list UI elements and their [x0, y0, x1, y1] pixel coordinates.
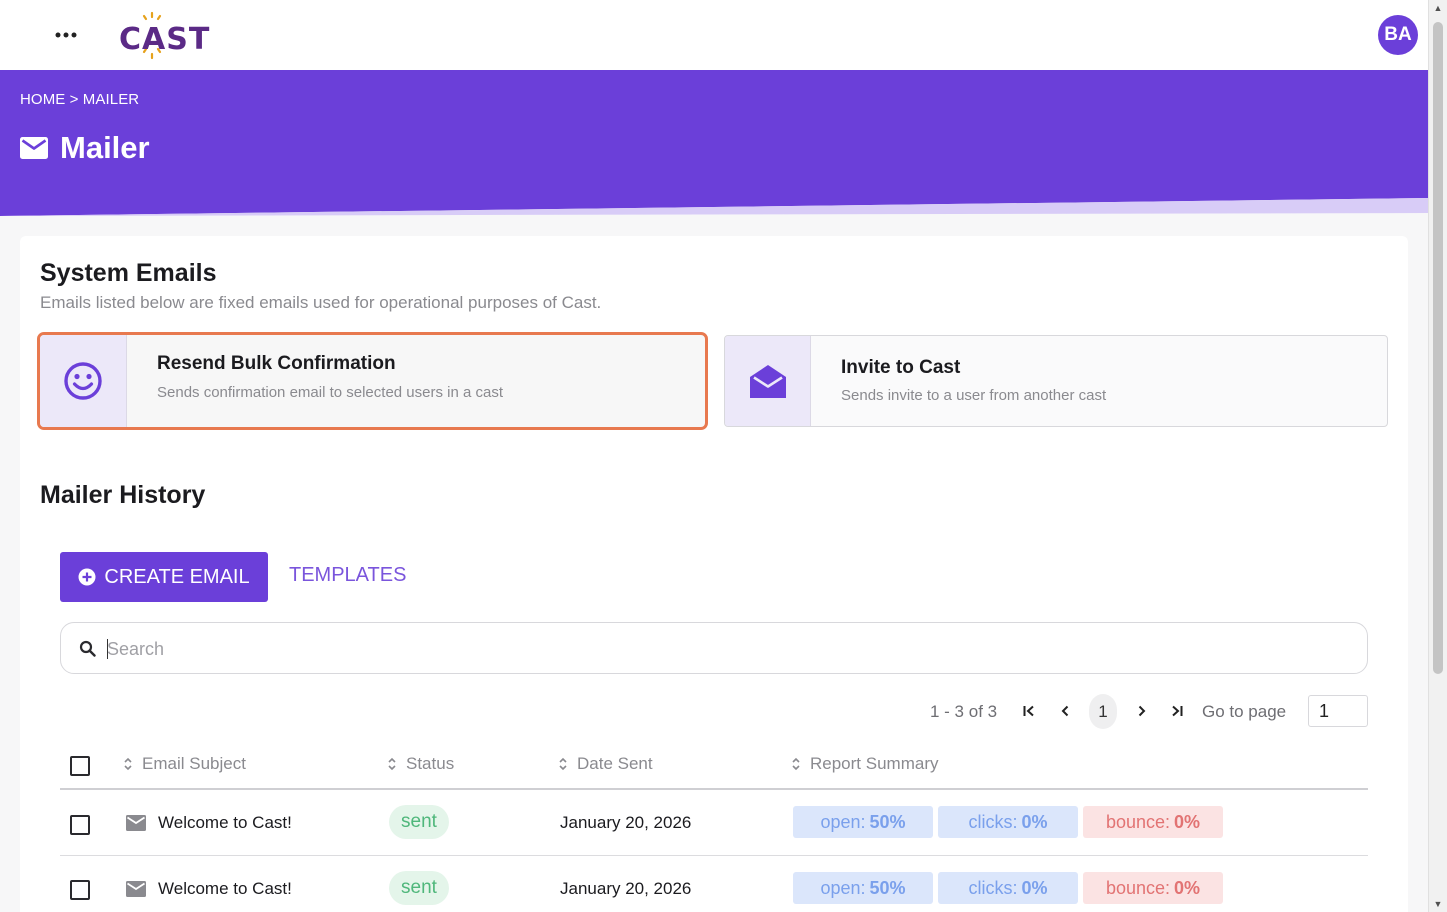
mail-icon: [126, 881, 146, 897]
open-value: 50%: [869, 877, 906, 898]
bounce-label: bounce:: [1105, 877, 1171, 898]
pagination-range: 1 - 3 of 3: [930, 702, 998, 721]
clicks-value: 0%: [1021, 811, 1048, 832]
search-icon: [79, 640, 96, 657]
table-row-subject[interactable]: Welcome to Cast!: [126, 813, 292, 833]
text-caret: [107, 639, 108, 659]
previous-page-icon[interactable]: [1056, 702, 1074, 720]
user-avatar[interactable]: BA: [1378, 15, 1418, 55]
table-header-divider: [60, 788, 1368, 790]
date-sent: January 20, 2026: [560, 879, 692, 898]
status-badge: sent: [389, 805, 449, 839]
create-email-button[interactable]: CREATE EMAIL: [60, 552, 268, 602]
open-envelope-icon: [749, 365, 786, 398]
card-title: Resend Bulk Confirmation: [157, 353, 396, 374]
mail-icon: [126, 815, 146, 831]
search-input[interactable]: [107, 635, 1307, 663]
last-page-icon[interactable]: [1168, 702, 1186, 720]
system-emails-subtitle: Emails listed below are fixed emails use…: [40, 293, 602, 312]
mailer-history-title: Mailer History: [40, 481, 206, 509]
card-icon-box: [40, 335, 127, 427]
column-header-status[interactable]: Status: [387, 754, 454, 774]
search-field[interactable]: [60, 622, 1368, 674]
table-row-subject[interactable]: Welcome to Cast!: [126, 879, 292, 899]
click-rate-badge: clicks: 0%: [938, 872, 1078, 904]
more-menu-icon[interactable]: [52, 25, 80, 45]
next-page-icon[interactable]: [1133, 702, 1151, 720]
page-title-text: Mailer: [60, 130, 150, 165]
scroll-down-arrow-icon[interactable]: ▼: [1433, 899, 1443, 909]
page-header-banner: HOME > MAILER Mailer: [0, 70, 1428, 216]
column-header-label: Email Subject: [142, 754, 246, 773]
bounce-rate-badge: bounce: 0%: [1083, 872, 1223, 904]
top-bar: CAST BA: [0, 0, 1428, 70]
row-checkbox[interactable]: [70, 815, 90, 835]
scroll-up-arrow-icon[interactable]: ▲: [1433, 3, 1443, 13]
breadcrumb[interactable]: HOME > MAILER: [20, 91, 139, 108]
page-title: Mailer: [20, 130, 150, 166]
clicks-label: clicks:: [968, 811, 1018, 832]
smiley-icon: [64, 362, 102, 400]
page-scrollbar[interactable]: ▲ ▼: [1428, 0, 1447, 912]
column-header-date-sent[interactable]: Date Sent: [558, 754, 653, 774]
select-all-checkbox[interactable]: [70, 756, 90, 776]
bounce-label: bounce:: [1105, 811, 1171, 832]
sort-icon: [558, 756, 568, 772]
column-header-report-summary[interactable]: Report Summary: [791, 754, 938, 774]
email-subject-text: Welcome to Cast!: [158, 879, 292, 898]
email-subject-text: Welcome to Cast!: [158, 813, 292, 832]
card-title: Invite to Cast: [841, 357, 961, 378]
card-icon-box: [725, 336, 811, 426]
open-label: open:: [820, 877, 866, 898]
current-page-button[interactable]: 1: [1089, 694, 1117, 729]
cast-logo[interactable]: CAST: [118, 10, 210, 60]
row-divider: [60, 855, 1368, 856]
first-page-icon[interactable]: [1020, 702, 1038, 720]
logo-text: CAST: [119, 22, 211, 57]
go-to-page-input[interactable]: 1: [1308, 695, 1368, 727]
main-content-card: System Emails Emails listed below are fi…: [20, 236, 1408, 912]
date-sent: January 20, 2026: [560, 813, 692, 832]
bounce-rate-badge: bounce: 0%: [1083, 806, 1223, 838]
click-rate-badge: clicks: 0%: [938, 806, 1078, 838]
invite-to-cast-card[interactable]: Invite to Cast Sends invite to a user fr…: [724, 335, 1388, 427]
sort-icon: [387, 756, 397, 772]
clicks-label: clicks:: [968, 877, 1018, 898]
sort-icon: [791, 756, 801, 772]
sort-icon: [123, 756, 133, 772]
scroll-thumb[interactable]: [1433, 22, 1443, 674]
card-description: Sends confirmation email to selected use…: [157, 384, 504, 401]
open-rate-badge: open: 50%: [793, 872, 933, 904]
open-value: 50%: [869, 811, 906, 832]
column-header-label: Report Summary: [810, 754, 939, 773]
column-header-label: Status: [406, 754, 455, 773]
create-email-label: CREATE EMAIL: [104, 565, 250, 588]
status-badge: sent: [389, 871, 449, 905]
go-to-page-label: Go to page: [1202, 702, 1287, 721]
row-checkbox[interactable]: [70, 880, 90, 900]
envelope-icon: [20, 133, 50, 163]
bounce-value: 0%: [1174, 811, 1201, 832]
clicks-value: 0%: [1021, 877, 1048, 898]
open-label: open:: [820, 811, 866, 832]
open-rate-badge: open: 50%: [793, 806, 933, 838]
resend-bulk-confirmation-card[interactable]: Resend Bulk Confirmation Sends confirmat…: [37, 332, 708, 430]
bounce-value: 0%: [1174, 877, 1201, 898]
plus-circle-icon: [78, 568, 96, 586]
templates-button[interactable]: TEMPLATES: [289, 564, 406, 587]
system-emails-title: System Emails: [40, 259, 217, 287]
column-header-email-subject[interactable]: Email Subject: [123, 754, 246, 774]
card-description: Sends invite to a user from another cast: [841, 387, 1107, 404]
column-header-label: Date Sent: [577, 754, 653, 773]
